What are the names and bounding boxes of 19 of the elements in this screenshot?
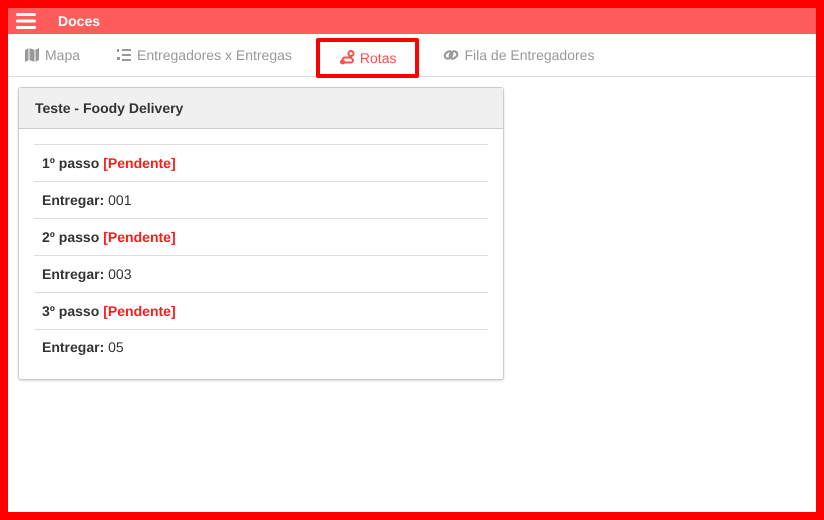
tab[interactable]: Mapa <box>12 34 92 76</box>
card-title: Teste - Foody Delivery <box>19 88 503 129</box>
delivery-text: Entregar: 003 <box>42 264 132 284</box>
step-label: 3º passo <box>42 302 100 321</box>
tab[interactable]: Rotas <box>316 38 420 78</box>
status-label: [Pendente] <box>103 154 176 173</box>
route-icon <box>338 50 355 66</box>
menu-icon[interactable] <box>16 13 36 29</box>
app-title: Doces <box>58 12 100 30</box>
tab[interactable]: Fila de Entregadores <box>431 34 606 76</box>
map-icon <box>24 47 40 63</box>
delivery-text: Entregar: 05 <box>42 338 124 357</box>
delivery-text: Entregar: 001 <box>42 190 132 210</box>
status-label: [Pendente] <box>103 228 176 247</box>
status-label: [Pendente] <box>103 302 176 321</box>
step-label: 2º passo <box>42 228 100 247</box>
step-label: 1º passo <box>42 154 100 173</box>
tab[interactable]: Entregadores x Entregas <box>104 34 304 76</box>
numbered-list-icon <box>116 47 132 63</box>
